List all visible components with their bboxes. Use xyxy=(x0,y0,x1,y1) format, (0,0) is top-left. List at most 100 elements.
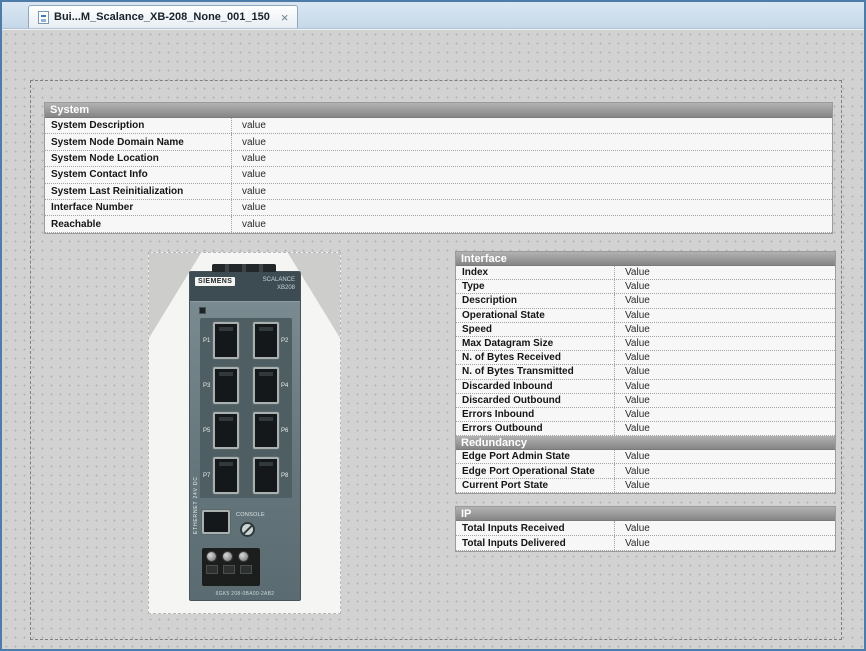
screw-icon xyxy=(238,551,249,562)
device-model: XB208 xyxy=(277,285,295,291)
row-value-field[interactable]: Value xyxy=(614,521,835,535)
row-value-field[interactable]: value xyxy=(231,216,832,231)
device-photo-panel: SIEMENS SCALANCE XB208 P1 xyxy=(148,252,341,614)
tab-bar: Bui...M_Scalance_XB-208_None_001_150 × xyxy=(2,2,864,29)
table-row: Total Inputs Received Value xyxy=(456,521,835,536)
row-value-field[interactable]: Value xyxy=(614,337,835,350)
row-value-field[interactable]: Value xyxy=(614,266,835,279)
ethernet-port: P5 xyxy=(203,412,243,449)
power-terminal-block xyxy=(202,548,260,586)
device-article-number: 6GK5 208-0BA00-2AB2 xyxy=(190,591,300,597)
port-label: P3 xyxy=(203,383,211,389)
port-label: P8 xyxy=(281,473,289,479)
rj45-port-icon xyxy=(213,412,239,449)
ethernet-port: P4 xyxy=(249,367,289,404)
row-value-field[interactable]: Value xyxy=(614,464,835,477)
row-label: N. of Bytes Transmitted xyxy=(456,365,614,378)
ethernet-port: P2 xyxy=(249,322,289,359)
row-label: System Node Domain Name xyxy=(45,134,231,149)
editor-window: Bui...M_Scalance_XB-208_None_001_150 × S… xyxy=(0,0,866,651)
ethernet-port: P8 xyxy=(249,457,289,494)
select-button-icon xyxy=(199,307,206,314)
row-value-field[interactable]: Value xyxy=(614,394,835,407)
tab-close-icon[interactable]: × xyxy=(281,11,289,24)
row-label: System Description xyxy=(45,118,231,133)
scalance-device-image: SIEMENS SCALANCE XB208 P1 xyxy=(189,271,301,601)
table-row: Type Value xyxy=(456,280,835,294)
tab-title: Bui...M_Scalance_XB-208_None_001_150 xyxy=(54,11,270,23)
row-value-field[interactable]: Value xyxy=(614,280,835,293)
row-value-field[interactable]: Value xyxy=(614,536,835,550)
row-label: Edge Port Admin State xyxy=(456,450,614,463)
row-label: Interface Number xyxy=(45,200,231,215)
table-row: Discarded Outbound Value xyxy=(456,394,835,408)
device-side-text: ETHERNET 24V DC xyxy=(193,476,199,534)
row-value-field[interactable]: Value xyxy=(614,323,835,336)
row-label: N. of Bytes Received xyxy=(456,351,614,364)
row-label: Current Port State xyxy=(456,479,614,492)
row-value-field[interactable]: value xyxy=(231,134,832,149)
table-row: Edge Port Admin State Value xyxy=(456,450,835,464)
row-label: Edge Port Operational State xyxy=(456,464,614,477)
pin-icon xyxy=(206,565,218,574)
row-value-field[interactable]: Value xyxy=(614,408,835,421)
table-row: Reachable value xyxy=(45,216,832,232)
design-canvas[interactable]: System System Description value System N… xyxy=(2,29,864,649)
row-label: Errors Outbound xyxy=(456,422,614,435)
system-table: System System Description value System N… xyxy=(44,102,833,234)
row-label: Max Datagram Size xyxy=(456,337,614,350)
table-row: Operational State Value xyxy=(456,309,835,323)
prohibition-icon xyxy=(240,522,255,537)
row-value-field[interactable]: Value xyxy=(614,351,835,364)
row-value-field[interactable]: value xyxy=(231,167,832,182)
rj45-port-icon xyxy=(253,457,279,494)
ethernet-port: P7 xyxy=(203,457,243,494)
rj45-port-icon xyxy=(213,367,239,404)
port-label: P2 xyxy=(281,338,289,344)
table-row: System Node Domain Name value xyxy=(45,134,832,150)
row-value-field[interactable]: value xyxy=(231,151,832,166)
system-table-header: System xyxy=(45,103,832,118)
rj45-port-icon xyxy=(253,322,279,359)
row-value-field[interactable]: Value xyxy=(614,422,835,435)
row-value-field[interactable]: value xyxy=(231,200,832,215)
table-row: Edge Port Operational State Value xyxy=(456,464,835,478)
row-label: Discarded Inbound xyxy=(456,380,614,393)
row-value-field[interactable]: Value xyxy=(614,309,835,322)
port-label: P7 xyxy=(203,473,211,479)
ip-table: IP Total Inputs Received Value Total Inp… xyxy=(455,506,836,552)
row-value-field[interactable]: Value xyxy=(614,380,835,393)
row-label: Index xyxy=(456,266,614,279)
row-value-field[interactable]: Value xyxy=(614,479,835,492)
rj45-port-icon xyxy=(213,322,239,359)
row-label: System Contact Info xyxy=(45,167,231,182)
table-row: N. of Bytes Transmitted Value xyxy=(456,365,835,379)
row-value-field[interactable]: Value xyxy=(614,294,835,307)
row-value-field[interactable]: Value xyxy=(614,450,835,463)
row-label: System Last Reinitialization xyxy=(45,184,231,199)
row-label: Errors Inbound xyxy=(456,408,614,421)
row-value-field[interactable]: Value xyxy=(614,365,835,378)
table-row: Index Value xyxy=(456,266,835,280)
row-value-field[interactable]: value xyxy=(231,184,832,199)
table-row: System Description value xyxy=(45,118,832,134)
screw-icon xyxy=(222,551,233,562)
table-row: Description Value xyxy=(456,294,835,308)
table-row: N. of Bytes Received Value xyxy=(456,351,835,365)
table-row: Interface Number value xyxy=(45,200,832,216)
row-label: Type xyxy=(456,280,614,293)
row-label: System Node Location xyxy=(45,151,231,166)
ethernet-port: P1 xyxy=(203,322,243,359)
interface-table-body: Index Value Type Value Description Value xyxy=(456,266,835,436)
port-label: P4 xyxy=(281,383,289,389)
rj45-port-icon xyxy=(253,412,279,449)
tab-scalance-screen[interactable]: Bui...M_Scalance_XB-208_None_001_150 × xyxy=(28,5,298,28)
ip-table-body: Total Inputs Received Value Total Inputs… xyxy=(456,521,835,551)
row-label: Reachable xyxy=(45,216,231,231)
table-row: System Node Location value xyxy=(45,151,832,167)
device-port-grid: P1 P2 P3 xyxy=(200,318,292,498)
device-model-label: SCALANCE XB208 xyxy=(263,276,295,292)
screw-icon xyxy=(206,551,217,562)
table-row: System Last Reinitialization value xyxy=(45,184,832,200)
row-value-field[interactable]: value xyxy=(231,118,832,133)
